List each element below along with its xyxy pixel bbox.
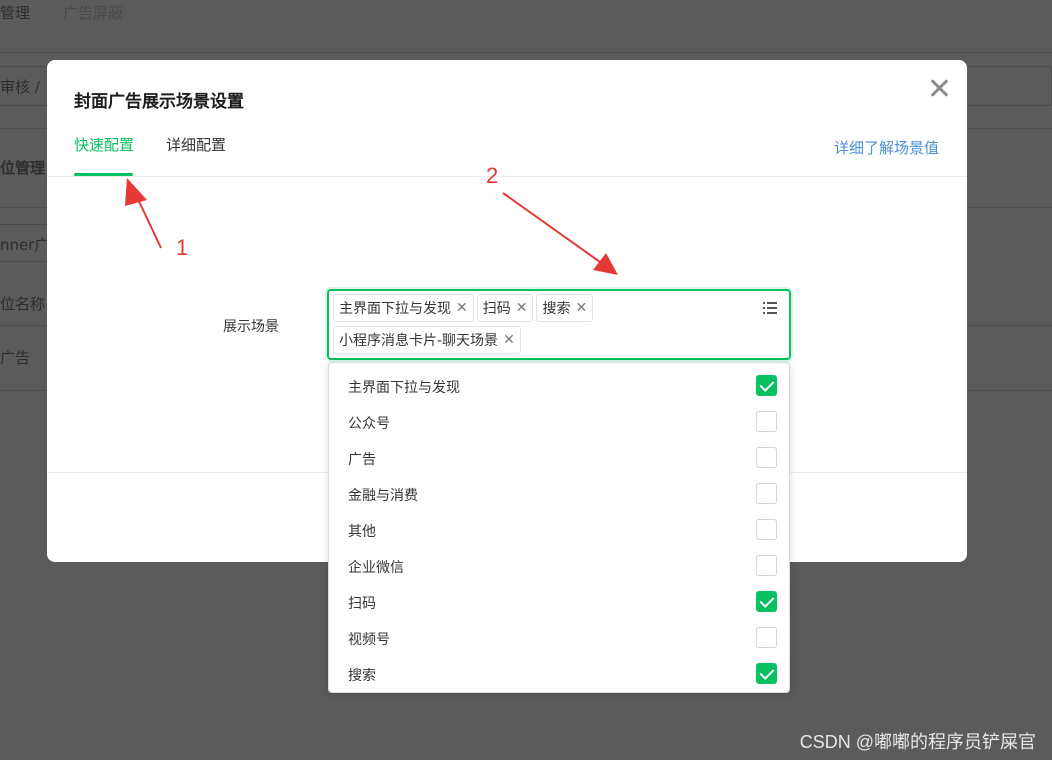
chip-label: 主界面下拉与发现 — [339, 301, 451, 317]
selected-chip: 搜索 ✕ — [536, 294, 594, 322]
remove-chip-icon[interactable]: ✕ — [516, 300, 528, 316]
list-icon[interactable] — [763, 302, 777, 314]
chip-label: 小程序消息卡片-聊天场景 — [339, 333, 499, 349]
chip-label: 搜索 — [542, 301, 571, 317]
option-checkbox[interactable] — [756, 591, 777, 612]
option-checkbox[interactable] — [756, 555, 777, 576]
option-label: 公众号 — [348, 416, 390, 432]
learn-scene-values-link[interactable]: 详细了解场景值 — [834, 137, 939, 158]
option-checkbox[interactable] — [756, 627, 777, 648]
option-label: 其他 — [348, 524, 376, 540]
close-icon[interactable] — [929, 78, 949, 98]
watermark: CSDN @嘟嘟的程序员铲屎官 — [799, 732, 1036, 752]
dropdown-option[interactable]: 搜索 — [329, 656, 789, 692]
dropdown-option[interactable]: 其他 — [329, 512, 789, 548]
selected-chip: 主界面下拉与发现 ✕ — [333, 294, 474, 322]
dropdown-option[interactable]: 公众号 — [329, 404, 789, 440]
background-nav: 管理 广告屏蔽 — [0, 0, 1052, 52]
remove-chip-icon[interactable]: ✕ — [575, 300, 587, 316]
bg-section-title: 位管理 — [0, 159, 46, 177]
option-label: 视频号 — [348, 632, 390, 648]
option-label: 企业微信 — [348, 560, 404, 576]
divider — [0, 52, 1052, 53]
selected-chip: 扫码 ✕ — [476, 294, 534, 322]
scene-dropdown: 主界面下拉与发现 公众号 广告 金融与消费 其他 企业微信 扫码 视频号 搜索 — [328, 362, 790, 693]
option-label: 主界面下拉与发现 — [348, 380, 460, 396]
option-checkbox[interactable] — [756, 411, 777, 432]
display-scene-label: 展示场景 — [223, 319, 279, 335]
bg-column-header: 位名称 — [0, 295, 46, 313]
option-label: 金融与消费 — [348, 488, 418, 504]
scene-multi-select[interactable]: 主界面下拉与发现 ✕ 扫码 ✕ 搜索 ✕ 小程序消息卡片-聊天场景 ✕ — [327, 289, 791, 360]
option-checkbox[interactable] — [756, 375, 777, 396]
dropdown-option[interactable]: 广告 — [329, 440, 789, 476]
option-checkbox[interactable] — [756, 663, 777, 684]
dialog-title: 封面广告展示场景设置 — [74, 92, 244, 112]
remove-chip-icon[interactable]: ✕ — [456, 300, 468, 316]
option-label: 搜索 — [348, 668, 376, 684]
bg-nav-item: 广告屏蔽 — [63, 4, 124, 22]
dropdown-option[interactable]: 视频号 — [329, 620, 789, 656]
dropdown-option[interactable]: 扫码 — [329, 584, 789, 620]
annotation-number: 1 — [176, 235, 189, 260]
selected-chip: 小程序消息卡片-聊天场景 ✕ — [333, 326, 521, 354]
tab-quick-config[interactable]: 快速配置 — [74, 134, 134, 176]
option-checkbox[interactable] — [756, 519, 777, 540]
option-label: 扫码 — [348, 596, 376, 612]
dropdown-option[interactable]: 金融与消费 — [329, 476, 789, 512]
dialog-tabs: 快速配置 详细配置 — [74, 134, 258, 176]
dropdown-option[interactable]: 企业微信 — [329, 548, 789, 584]
option-checkbox[interactable] — [756, 447, 777, 468]
tab-detailed-config[interactable]: 详细配置 — [166, 134, 226, 176]
remove-chip-icon[interactable]: ✕ — [503, 332, 515, 348]
bg-row: 广告 — [0, 349, 31, 367]
divider — [47, 176, 967, 177]
bg-nav-item: 管理 — [0, 4, 31, 22]
dropdown-option[interactable]: 主界面下拉与发现 — [329, 368, 789, 404]
bg-breadcrumb: 审核 / — [0, 78, 40, 96]
annotation-number: 2 — [486, 163, 499, 188]
option-checkbox[interactable] — [756, 483, 777, 504]
chip-label: 扫码 — [482, 301, 511, 317]
option-label: 广告 — [348, 452, 376, 468]
